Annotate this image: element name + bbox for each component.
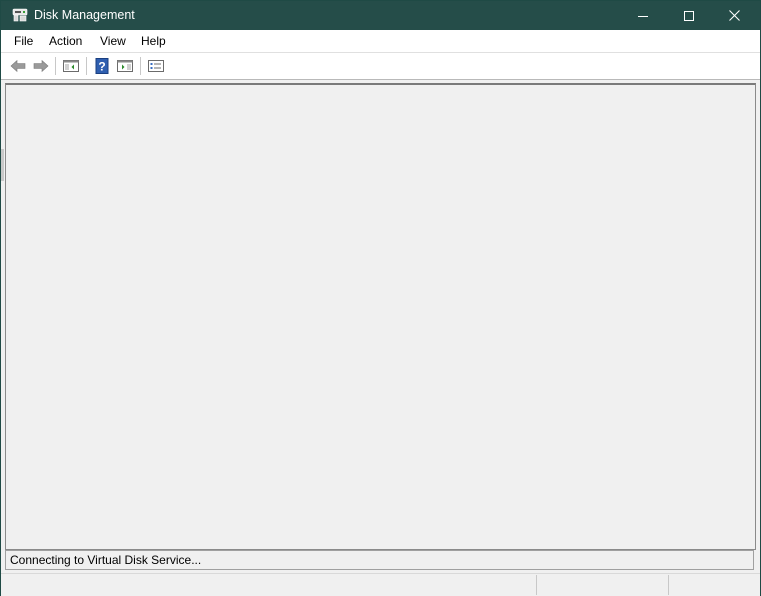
connection-status-text: Connecting to Virtual Disk Service... (10, 553, 202, 567)
disk-management-app-icon (12, 7, 28, 23)
status-pane (668, 575, 759, 595)
minimize-icon (638, 15, 648, 17)
show-hide-action-pane-icon (117, 60, 133, 72)
toolbar-separator (55, 57, 56, 75)
menu-help[interactable]: Help (139, 30, 168, 52)
disk-management-window: Disk Management File Action View Help ? … (0, 0, 761, 596)
maximize-button[interactable] (666, 1, 712, 30)
toolbar-separator (140, 57, 141, 75)
show-hide-console-tree-icon (63, 60, 79, 72)
help-button[interactable]: ? (91, 55, 113, 77)
svg-text:?: ? (98, 60, 105, 74)
minimize-button[interactable] (620, 1, 666, 30)
help-icon: ? (95, 58, 109, 74)
back-button[interactable] (7, 55, 29, 77)
left-edge-marker (1, 149, 4, 181)
status-pane (536, 575, 668, 595)
close-icon (728, 10, 740, 21)
properties-button[interactable] (145, 55, 167, 77)
disk-management-content-area (5, 83, 756, 550)
menu-file[interactable]: File (12, 30, 35, 52)
close-button[interactable] (711, 1, 757, 30)
toolbar-separator (86, 57, 87, 75)
forward-arrow-icon (33, 59, 49, 73)
show-hide-action-pane-button[interactable] (114, 55, 136, 77)
properties-icon (148, 60, 164, 72)
title-bar[interactable]: Disk Management (1, 1, 760, 30)
menu-bar: File Action View Help (1, 30, 760, 53)
toolbar: ? (1, 53, 760, 80)
connection-status-bar: Connecting to Virtual Disk Service... (5, 550, 754, 570)
window-title: Disk Management (34, 8, 135, 22)
maximize-icon (684, 10, 694, 21)
show-hide-console-tree-button[interactable] (60, 55, 82, 77)
back-arrow-icon (10, 59, 26, 73)
window-status-bar (1, 573, 760, 596)
menu-action[interactable]: Action (47, 30, 84, 52)
forward-button[interactable] (30, 55, 52, 77)
menu-view[interactable]: View (98, 30, 128, 52)
